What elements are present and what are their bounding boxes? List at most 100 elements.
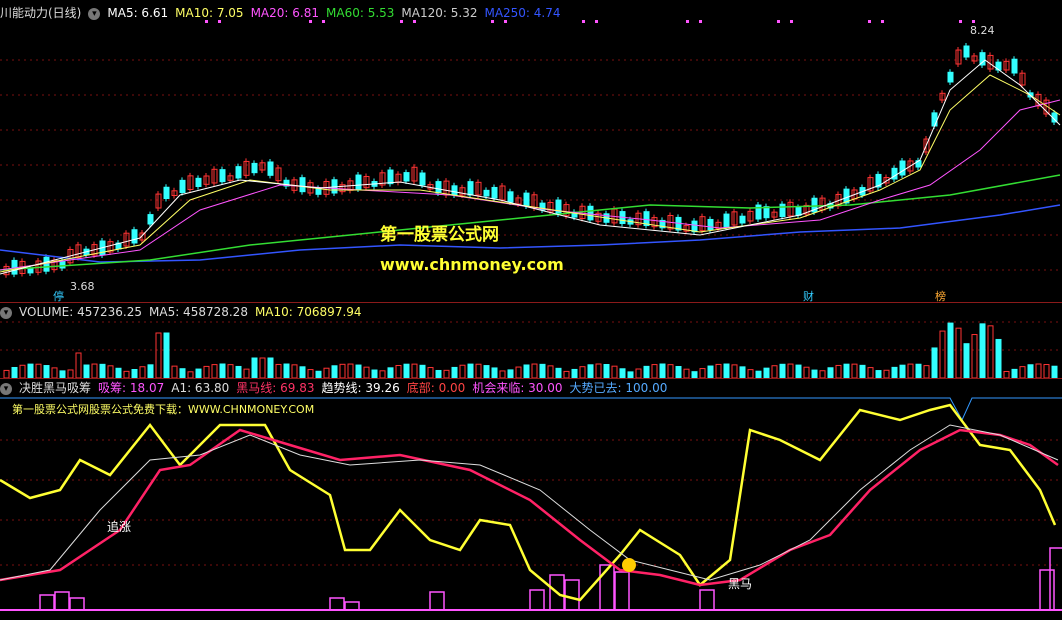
volume-bar bbox=[579, 366, 586, 379]
accumulation-bar bbox=[329, 597, 345, 611]
volume-bar bbox=[755, 370, 762, 379]
volume-bar bbox=[531, 363, 538, 379]
accumulation-bar bbox=[699, 589, 715, 611]
accumulation-bar bbox=[429, 591, 445, 611]
volume-bar bbox=[507, 369, 514, 379]
volume-bar bbox=[547, 365, 554, 379]
volume-bar bbox=[411, 363, 418, 379]
volume-bar bbox=[523, 364, 530, 379]
candle-body bbox=[131, 229, 138, 244]
volume-bar bbox=[899, 364, 906, 379]
volume-bar bbox=[699, 368, 706, 379]
volume-bar bbox=[827, 367, 834, 379]
volume-bar bbox=[811, 369, 818, 379]
accumulation-bar bbox=[344, 601, 360, 611]
volume-bar bbox=[267, 357, 274, 379]
volume-bar bbox=[1027, 364, 1034, 379]
candle-body bbox=[739, 215, 746, 224]
candle-body bbox=[195, 177, 202, 188]
signal-dot bbox=[959, 20, 962, 23]
ma20-line bbox=[0, 99, 1061, 271]
signal-dot bbox=[582, 20, 585, 23]
black-horse-label: 黑马 bbox=[728, 577, 753, 591]
volume-bar bbox=[35, 363, 42, 379]
volume-bar bbox=[83, 364, 90, 379]
candle-body bbox=[723, 213, 730, 228]
volume-bar bbox=[123, 370, 130, 379]
candle-body bbox=[27, 267, 34, 274]
signal-dot bbox=[790, 20, 793, 23]
volume-bar bbox=[475, 363, 482, 379]
candle-body bbox=[931, 112, 938, 127]
volume-bar bbox=[987, 325, 994, 379]
candle-body bbox=[419, 172, 426, 186]
signal-dot bbox=[309, 20, 312, 23]
volume-bar bbox=[571, 368, 578, 379]
volume-bar bbox=[379, 370, 386, 379]
candle-body bbox=[899, 160, 906, 176]
volume-bar bbox=[419, 364, 426, 379]
volume-bar bbox=[1011, 368, 1018, 379]
accumulation-bar bbox=[1049, 547, 1062, 611]
volume-bar bbox=[179, 368, 186, 379]
volume-bar bbox=[603, 363, 610, 379]
volume-bar bbox=[163, 332, 170, 379]
volume-bar bbox=[43, 365, 50, 379]
signal-dot bbox=[413, 20, 416, 23]
volume-bar bbox=[667, 364, 674, 379]
signal-dot bbox=[972, 20, 975, 23]
candle-body bbox=[707, 218, 714, 231]
candle-body bbox=[795, 206, 802, 216]
volume-bar bbox=[515, 366, 522, 379]
volume-bar bbox=[955, 327, 962, 379]
volume-bar bbox=[467, 363, 474, 379]
volume-bar bbox=[363, 366, 370, 379]
volume-bar bbox=[371, 369, 378, 379]
accumulation-bar bbox=[599, 564, 615, 611]
candle-body bbox=[163, 186, 170, 200]
indicator-chart[interactable] bbox=[0, 380, 1062, 620]
candle-body bbox=[267, 161, 274, 176]
signal-dot bbox=[400, 20, 403, 23]
volume-bar bbox=[147, 364, 154, 379]
volume-indicator-divider bbox=[0, 378, 1062, 379]
yellow-trend-line bbox=[0, 403, 1057, 602]
volume-bar bbox=[459, 364, 466, 379]
candle-body bbox=[219, 169, 226, 183]
volume-chart[interactable] bbox=[0, 300, 1062, 380]
signal-dot bbox=[881, 20, 884, 23]
volume-bar bbox=[979, 323, 986, 379]
candle-body bbox=[947, 71, 954, 83]
volume-bar bbox=[59, 370, 66, 379]
signal-dot bbox=[218, 20, 221, 23]
volume-bar bbox=[843, 363, 850, 379]
volume-bar bbox=[219, 363, 226, 379]
accumulation-bar bbox=[39, 594, 55, 611]
volume-bar bbox=[307, 369, 314, 379]
candle-body bbox=[1011, 58, 1018, 74]
volume-bar bbox=[155, 332, 162, 379]
volume-bar bbox=[107, 365, 114, 379]
black-horse-line bbox=[0, 428, 1059, 587]
volume-bar bbox=[323, 367, 330, 379]
volume-bar bbox=[203, 365, 210, 379]
watermark-url: www.chnmoney.com bbox=[380, 255, 564, 274]
candle-body bbox=[587, 205, 594, 221]
volume-bar bbox=[803, 366, 810, 379]
volume-bar bbox=[915, 363, 922, 379]
volume-bar bbox=[243, 368, 250, 379]
volume-bar bbox=[395, 364, 402, 379]
volume-bar bbox=[747, 369, 754, 379]
volume-bar bbox=[875, 370, 882, 379]
volume-bar bbox=[139, 366, 146, 379]
signal-dot bbox=[504, 20, 507, 23]
volume-bar bbox=[499, 370, 506, 379]
volume-bar bbox=[347, 363, 354, 379]
ma250-line bbox=[0, 204, 1061, 263]
volume-bar bbox=[299, 366, 306, 379]
accumulation-bar bbox=[529, 589, 545, 611]
volume-bar bbox=[931, 347, 938, 379]
volume-bar bbox=[891, 366, 898, 379]
volume-bar bbox=[283, 363, 290, 379]
volume-bar bbox=[971, 334, 978, 379]
